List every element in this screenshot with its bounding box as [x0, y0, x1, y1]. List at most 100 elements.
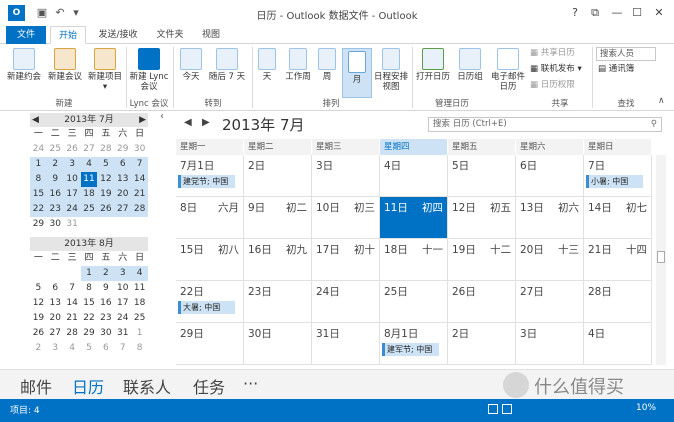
day-cell[interactable]: 27日: [516, 281, 584, 323]
address-book-button[interactable]: ▤ 通讯簿: [598, 64, 634, 75]
day-cell[interactable]: 8月1日 建军节; 中国: [380, 323, 448, 365]
mini-cal-day[interactable]: 2: [46, 157, 64, 172]
mini-cal-day[interactable]: 25: [131, 311, 148, 326]
mini-cal-day[interactable]: 28: [97, 142, 114, 157]
day-cell[interactable]: 3日: [516, 323, 584, 365]
mini-cal-day[interactable]: 21: [131, 187, 148, 202]
mini-cal-day[interactable]: 8: [30, 172, 47, 187]
today-button[interactable]: 今天: [178, 48, 204, 82]
mini-cal-day[interactable]: 8: [81, 281, 98, 296]
day-cell[interactable]: 3日: [312, 155, 380, 197]
mini-cal-day[interactable]: 1: [80, 266, 98, 281]
day-cell[interactable]: 24日: [312, 281, 380, 323]
mini-cal-day[interactable]: 19: [97, 187, 115, 202]
mini-cal-day[interactable]: 27: [114, 202, 132, 217]
mini-cal-day[interactable]: 30: [47, 217, 64, 232]
mini-cal-day[interactable]: 24: [114, 311, 131, 326]
day-cell[interactable]: 7日 小暑; 中国: [584, 155, 652, 197]
calendar-permissions-button[interactable]: ▦ 日历权限: [530, 80, 575, 91]
mini-cal-day[interactable]: 16: [97, 296, 114, 311]
mini-cal-day[interactable]: 29: [81, 326, 98, 341]
mini-cal-day[interactable]: 22: [81, 311, 98, 326]
nav-tasks[interactable]: 任务: [193, 374, 225, 398]
nav-contacts[interactable]: 联系人: [123, 374, 171, 398]
tab-view[interactable]: 视图: [194, 26, 228, 44]
new-appointment-button[interactable]: 新建约会: [4, 48, 44, 82]
day-cell[interactable]: 10日 初三: [312, 197, 380, 239]
mini-cal-day[interactable]: 23: [97, 311, 114, 326]
next-month-icon[interactable]: ▶: [202, 117, 210, 128]
day-cell[interactable]: 9日 初二: [244, 197, 312, 239]
day-cell[interactable]: 14日 初七: [584, 197, 652, 239]
day-cell[interactable]: 22日 大暑; 中国: [176, 281, 244, 323]
day-cell[interactable]: 17日 初十: [312, 239, 380, 281]
help-icon[interactable]: ?: [564, 4, 586, 22]
calendar-event[interactable]: 建党节; 中国: [178, 175, 235, 188]
minimize-icon[interactable]: —: [606, 4, 628, 22]
mini-cal-day[interactable]: 18: [131, 296, 148, 311]
mini-cal-day[interactable]: 25: [47, 142, 64, 157]
mini-cal-day[interactable]: 24: [63, 202, 81, 217]
mini-cal-day[interactable]: 2: [97, 266, 115, 281]
normal-view-icon[interactable]: [488, 404, 498, 414]
day-cell[interactable]: 13日 初六: [516, 197, 584, 239]
mini-cal-day[interactable]: 25: [80, 202, 98, 217]
mini-cal-day[interactable]: 7: [114, 341, 131, 356]
mini-cal-day[interactable]: 13: [114, 172, 132, 187]
mini-cal-day[interactable]: 8: [131, 341, 148, 356]
day-cell[interactable]: 7月1日 建党节; 中国: [176, 155, 244, 197]
mini-cal-day[interactable]: 5: [81, 341, 98, 356]
day-cell[interactable]: 4日: [380, 155, 448, 197]
day-view-button[interactable]: 天: [256, 48, 278, 82]
day-cell[interactable]: 15日 初八: [176, 239, 244, 281]
mini-cal-day[interactable]: 22: [30, 202, 47, 217]
mini-cal-day[interactable]: 20: [114, 187, 132, 202]
mini-cal-day[interactable]: 30: [97, 326, 114, 341]
schedule-view-button[interactable]: 日程安排视图: [374, 48, 408, 92]
day-cell[interactable]: 8日 六月: [176, 197, 244, 239]
nav-calendar[interactable]: 日历: [72, 374, 104, 398]
mini-cal-day[interactable]: [64, 266, 81, 281]
day-cell[interactable]: 11日 初四: [380, 197, 448, 239]
scrollbar-thumb[interactable]: [657, 251, 665, 263]
calendar-search-input[interactable]: 搜索 日历 (Ctrl+E) ⚲: [428, 117, 662, 132]
mini-cal-day[interactable]: 10: [63, 172, 81, 187]
month-view-button[interactable]: 月: [342, 48, 372, 98]
collapse-ribbon-icon[interactable]: ∧: [658, 96, 665, 106]
day-cell[interactable]: 2日: [448, 323, 516, 365]
vertical-scrollbar[interactable]: [656, 155, 666, 365]
new-meeting-button[interactable]: 新建会议: [45, 48, 85, 82]
mini-cal-day[interactable]: 26: [64, 142, 81, 157]
day-cell[interactable]: 30日: [244, 323, 312, 365]
mini-cal-day[interactable]: 2: [30, 341, 47, 356]
mini-cal-day[interactable]: 29: [114, 142, 131, 157]
day-cell[interactable]: 26日: [448, 281, 516, 323]
mini-cal-day[interactable]: 7: [64, 281, 81, 296]
day-cell[interactable]: 4日: [584, 323, 652, 365]
search-people-input[interactable]: 搜索人员: [596, 47, 656, 61]
tab-file[interactable]: 文件: [6, 26, 46, 44]
mini-cal-day[interactable]: 14: [64, 296, 81, 311]
nav-more[interactable]: ···: [243, 374, 258, 393]
search-icon[interactable]: ⚲: [651, 118, 657, 131]
day-cell[interactable]: 5日: [448, 155, 516, 197]
mini-cal-day[interactable]: 15: [30, 187, 47, 202]
day-cell[interactable]: 23日: [244, 281, 312, 323]
publish-online-button[interactable]: ▦ 联机发布 ▾: [530, 64, 582, 75]
mini-cal-day[interactable]: 20: [47, 311, 64, 326]
mini-cal-day[interactable]: [30, 266, 47, 281]
day-cell[interactable]: 2日: [244, 155, 312, 197]
mini-cal-day[interactable]: 6: [47, 281, 64, 296]
mini-cal-day[interactable]: 19: [30, 311, 47, 326]
day-cell[interactable]: 25日: [380, 281, 448, 323]
mini-cal-day[interactable]: 4: [131, 266, 148, 281]
day-cell[interactable]: 18日 十一: [380, 239, 448, 281]
prev-month-icon[interactable]: ◀: [32, 113, 39, 127]
mini-cal-day[interactable]: 27: [47, 326, 64, 341]
mini-cal-day[interactable]: 21: [64, 311, 81, 326]
mini-cal-day[interactable]: 13: [47, 296, 64, 311]
mini-cal-day[interactable]: 15: [81, 296, 98, 311]
ribbon-display-icon[interactable]: ⧉: [584, 4, 606, 22]
day-cell[interactable]: 19日 十二: [448, 239, 516, 281]
mini-cal-day[interactable]: 4: [80, 157, 98, 172]
